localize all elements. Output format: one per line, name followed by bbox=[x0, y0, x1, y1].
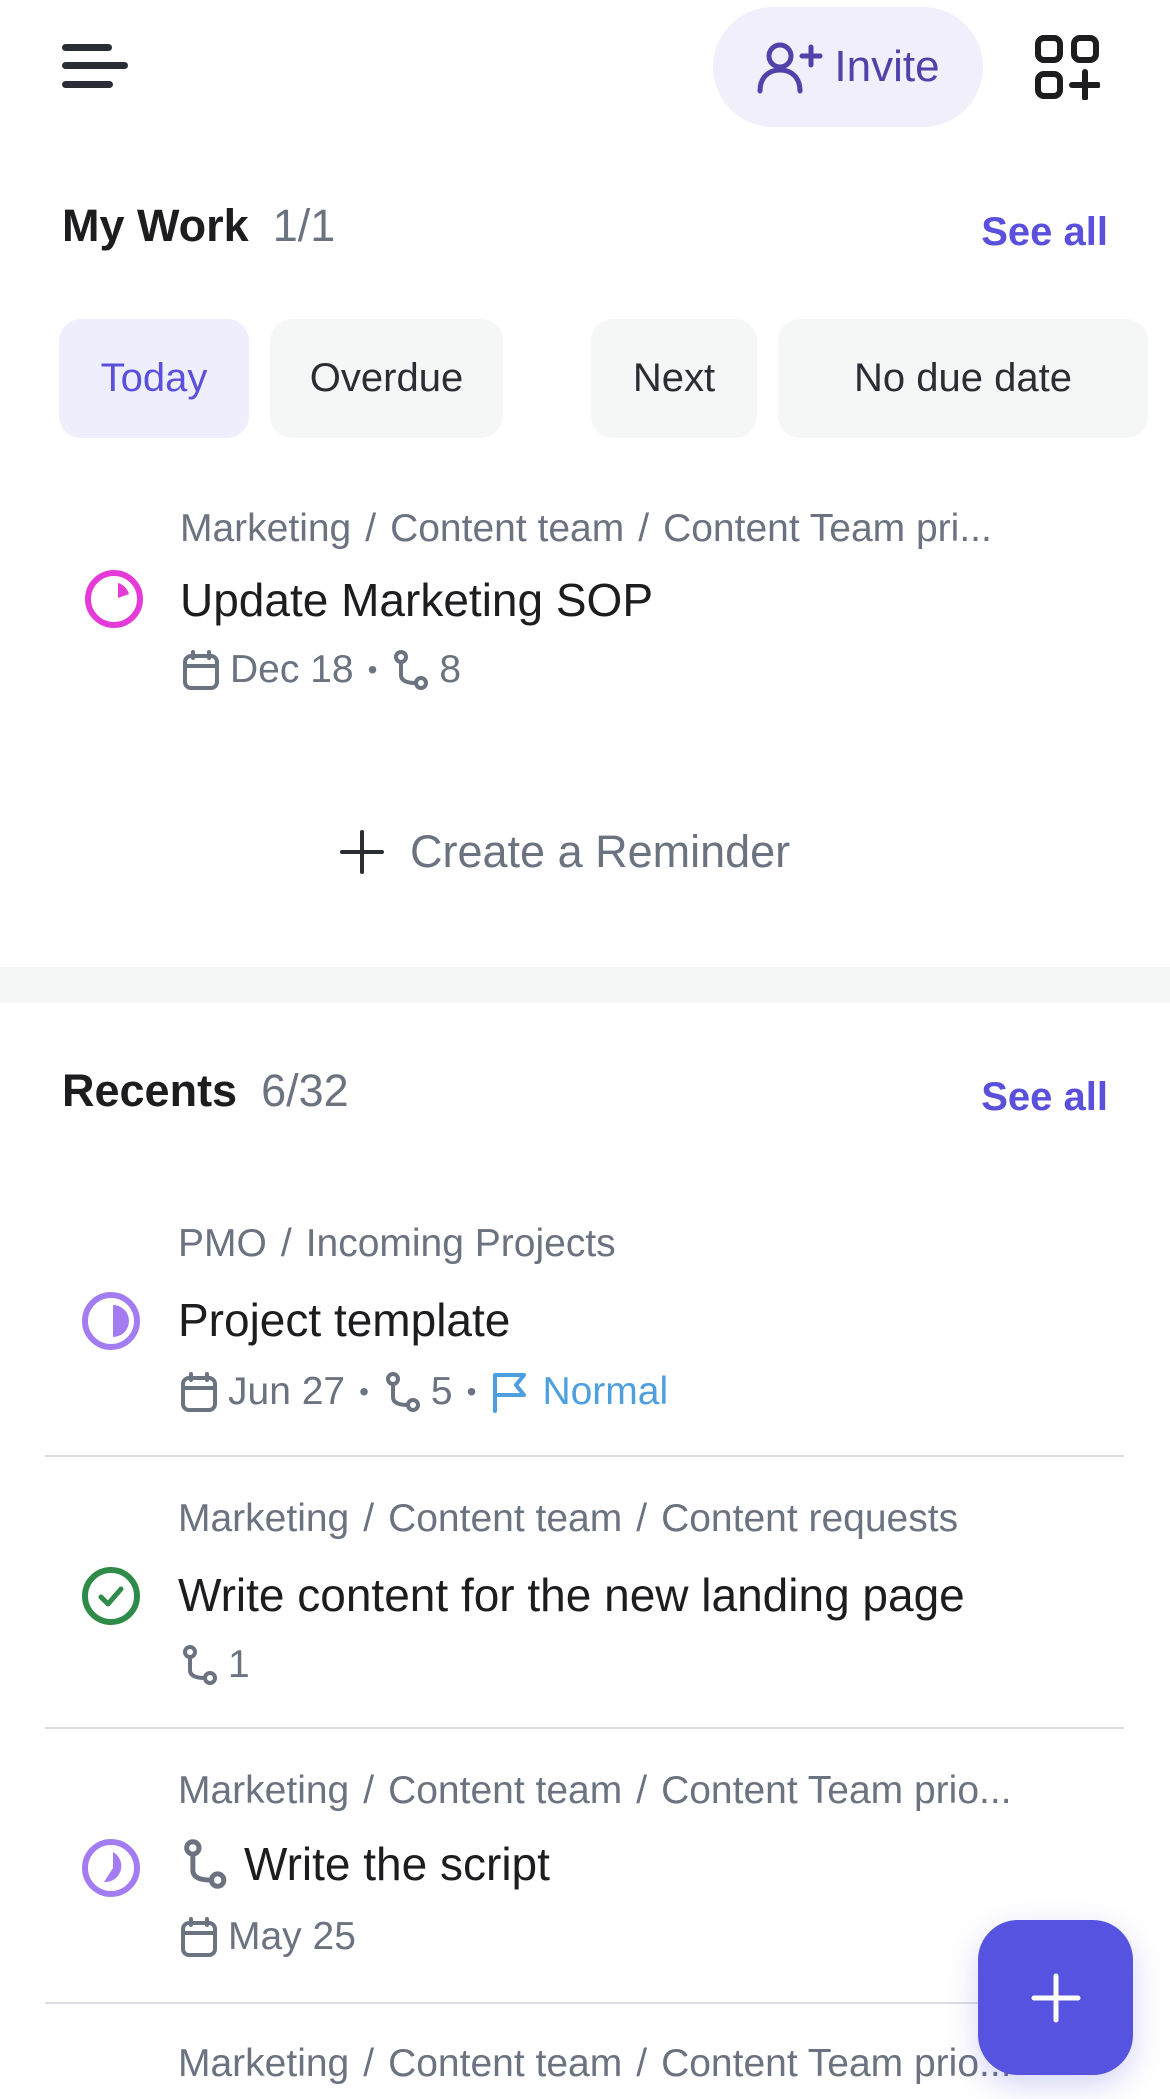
breadcrumb-separator: / bbox=[280, 1222, 292, 1265]
subtask-count: 1 bbox=[228, 1643, 250, 1686]
my-work-title: My Work bbox=[62, 200, 249, 251]
task-meta: 1 bbox=[180, 1643, 250, 1687]
row-divider bbox=[45, 1727, 1124, 1729]
hamburger-line bbox=[62, 62, 128, 69]
task-breadcrumb: Marketing / Content team / Content Team prio… bbox=[178, 1769, 1012, 1813]
separator-dot: • bbox=[367, 654, 378, 685]
hamburger-line bbox=[62, 81, 113, 88]
plus-icon bbox=[340, 830, 384, 874]
tab-overdue[interactable]: Overdue bbox=[270, 319, 503, 438]
recents-count: 6/32 bbox=[261, 1065, 349, 1116]
due-date: Jun 27 bbox=[228, 1370, 346, 1413]
subtask-count: 8 bbox=[439, 648, 462, 691]
recents-see-all-link[interactable]: See all bbox=[981, 1075, 1108, 1120]
breadcrumb-separator: / bbox=[365, 507, 377, 550]
grid-plus-icon bbox=[1035, 35, 1101, 101]
recent-item[interactable]: Marketing / Content team / Content requests … bbox=[0, 1485, 1170, 1729]
breadcrumb-separator: / bbox=[363, 1769, 375, 1812]
breadcrumb-item: Content team bbox=[388, 1769, 623, 1812]
breadcrumb-item: Content Team pri... bbox=[663, 507, 992, 550]
subtask-icon bbox=[184, 1839, 227, 1889]
status-mostly-done-icon[interactable] bbox=[80, 1837, 142, 1899]
my-work-header: My Work 1/1 bbox=[62, 200, 335, 260]
tab-no-due-date[interactable]: No due date bbox=[778, 319, 1148, 438]
recents-title: Recents bbox=[62, 1065, 238, 1116]
apps-button[interactable] bbox=[1034, 34, 1101, 101]
status-half-icon[interactable] bbox=[80, 1290, 142, 1352]
recent-item[interactable]: PMO / Incoming Projects Project template J… bbox=[0, 1210, 1170, 1455]
breadcrumb-separator: / bbox=[636, 1769, 648, 1812]
breadcrumb-item: Content team bbox=[388, 1497, 623, 1540]
breadcrumb-separator: / bbox=[636, 1497, 648, 1540]
task-title: Update Marketing SOP bbox=[180, 574, 654, 626]
separator-dot: • bbox=[359, 1376, 369, 1407]
plus-icon bbox=[1031, 1973, 1080, 2022]
task-title: Write the script bbox=[244, 1838, 550, 1890]
flag-icon bbox=[493, 1373, 527, 1413]
my-work-task[interactable]: Marketing / Content team / Content Team pri.… bbox=[0, 495, 1170, 715]
breadcrumb-separator: / bbox=[636, 2042, 648, 2085]
subtask-count: 5 bbox=[430, 1370, 453, 1413]
breadcrumb-item: Content team bbox=[390, 507, 625, 550]
task-meta: Jun 27 • 5 • Normal bbox=[180, 1370, 668, 1414]
task-breadcrumb: Marketing / Content team / Content requests bbox=[178, 1497, 958, 1541]
calendar-icon bbox=[181, 1372, 217, 1412]
my-work-count: 1/1 bbox=[272, 200, 336, 251]
breadcrumb-separator: / bbox=[363, 2042, 375, 2085]
task-meta: Dec 18 • 8 bbox=[182, 648, 461, 692]
create-fab-button[interactable] bbox=[978, 1920, 1133, 2075]
row-divider bbox=[45, 1455, 1124, 1457]
task-title-row: Write the script bbox=[180, 1837, 550, 1891]
task-breadcrumb: PMO / Incoming Projects bbox=[178, 1222, 616, 1266]
tab-next[interactable]: Next bbox=[591, 319, 757, 438]
priority-badge: Normal bbox=[490, 1370, 668, 1414]
subtasks-icon bbox=[394, 650, 429, 690]
breadcrumb-item: Incoming Projects bbox=[305, 1222, 616, 1265]
row-divider bbox=[45, 2002, 1124, 2004]
task-breadcrumb: Marketing / Content team / Content Team prio… bbox=[178, 2042, 1012, 2086]
create-reminder-button[interactable]: Create a Reminder bbox=[340, 826, 790, 878]
due-date: Dec 18 bbox=[230, 648, 354, 691]
calendar-icon bbox=[181, 1917, 217, 1957]
task-breadcrumb: Marketing / Content team / Content Team pri.… bbox=[180, 507, 992, 551]
subtasks-icon bbox=[183, 1645, 217, 1685]
breadcrumb-item: Content Team prio... bbox=[661, 1769, 1012, 1812]
task-title: Project template bbox=[178, 1294, 511, 1346]
breadcrumb-item: Content Team prio... bbox=[661, 2042, 1012, 2085]
section-divider bbox=[0, 967, 1170, 1003]
calendar-icon bbox=[183, 650, 219, 690]
invite-label: Invite bbox=[834, 42, 940, 91]
my-work-see-all-link[interactable]: See all bbox=[981, 210, 1108, 255]
breadcrumb-item: Content team bbox=[388, 2042, 623, 2085]
breadcrumb-item: Marketing bbox=[178, 1497, 350, 1540]
tab-today[interactable]: Today bbox=[59, 319, 249, 438]
user-plus-icon bbox=[757, 42, 823, 94]
task-title: Write content for the new landing page bbox=[178, 1569, 965, 1621]
priority-label: Normal bbox=[542, 1370, 669, 1413]
invite-button[interactable]: Invite bbox=[713, 7, 983, 127]
status-in-progress-icon[interactable] bbox=[83, 568, 145, 630]
breadcrumb-item: Marketing bbox=[178, 1769, 350, 1812]
breadcrumb-item: Content requests bbox=[661, 1497, 959, 1540]
separator-dot: • bbox=[466, 1376, 477, 1407]
status-complete-icon[interactable] bbox=[80, 1565, 142, 1627]
menu-button[interactable] bbox=[62, 40, 130, 92]
breadcrumb-item: Marketing bbox=[180, 507, 352, 550]
subtasks-icon bbox=[385, 1372, 420, 1412]
hamburger-menu-icon bbox=[62, 44, 112, 51]
breadcrumb-separator: / bbox=[638, 507, 650, 550]
task-meta: May 25 bbox=[180, 1915, 356, 1959]
breadcrumb-separator: / bbox=[363, 1497, 375, 1540]
create-reminder-label: Create a Reminder bbox=[410, 826, 791, 877]
breadcrumb-item: Marketing bbox=[178, 2042, 350, 2085]
breadcrumb-item: PMO bbox=[178, 1222, 267, 1265]
due-date: May 25 bbox=[228, 1915, 356, 1958]
recents-header: Recents 6/32 bbox=[62, 1065, 349, 1125]
